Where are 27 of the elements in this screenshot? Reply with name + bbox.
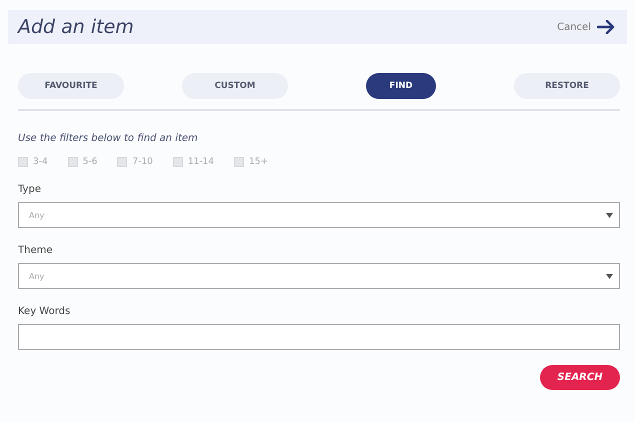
- tab[interactable]: FIND: [366, 73, 436, 99]
- checkbox[interactable]: [68, 157, 78, 167]
- dropdown-caret-icon: [606, 212, 613, 218]
- input-field[interactable]: [18, 324, 620, 350]
- select-field[interactable]: Any: [18, 263, 620, 289]
- tab[interactable]: RESTORE: [514, 73, 620, 99]
- checkbox[interactable]: [18, 157, 28, 167]
- checkbox-label[interactable]: 11-14: [188, 157, 214, 167]
- dropdown-caret-icon: [606, 274, 613, 278]
- checkbox-label[interactable]: 15+: [249, 157, 268, 167]
- checkbox[interactable]: [234, 157, 244, 167]
- dialog-title: Add an item: [18, 16, 134, 38]
- select-field[interactable]: Any: [18, 202, 620, 228]
- checkbox-label[interactable]: 3-4: [33, 157, 48, 167]
- checkbox-label[interactable]: 7-10: [132, 157, 153, 167]
- field-label: Theme: [18, 245, 54, 256]
- tab[interactable]: CUSTOM: [182, 73, 288, 99]
- checkbox[interactable]: [117, 157, 128, 167]
- checkbox-label[interactable]: 5-6: [82, 157, 98, 167]
- hint-text: Use the filters below to find an item: [18, 133, 199, 144]
- field-label: Key Words: [18, 306, 72, 317]
- checkbox[interactable]: [172, 157, 183, 167]
- tab[interactable]: FAVOURITE: [18, 73, 124, 99]
- cancel-link[interactable]: Cancel: [557, 20, 615, 34]
- search-button[interactable]: SEARCH: [540, 365, 620, 390]
- arrow-right-icon: [597, 20, 615, 34]
- field-label: Type: [18, 184, 42, 195]
